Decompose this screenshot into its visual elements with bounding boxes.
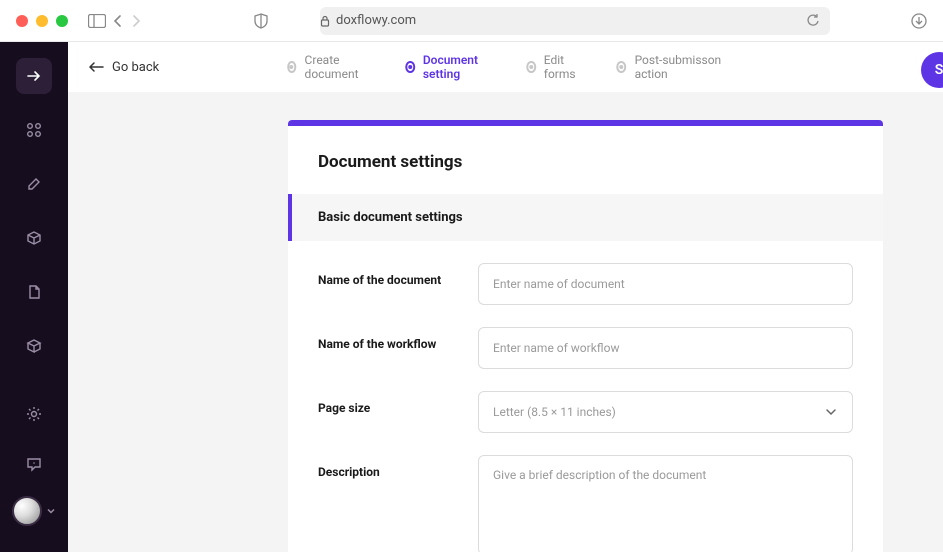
chevron-down-icon [824, 405, 838, 419]
download-icon[interactable] [911, 13, 927, 29]
go-back-button[interactable]: Go back [88, 60, 159, 75]
document-name-input[interactable] [478, 263, 853, 305]
content-area: Go back Create document Document setting… [68, 42, 943, 552]
close-window-button[interactable] [16, 15, 28, 27]
description-label: Description [318, 455, 478, 552]
description-row: Description [318, 455, 853, 552]
section-header: Basic document settings [288, 194, 883, 241]
maximize-window-button[interactable] [56, 15, 68, 27]
sidebar-feedback-button[interactable] [16, 446, 52, 482]
file-icon [26, 284, 42, 300]
box-icon [26, 230, 42, 246]
sidebar-expand-button[interactable] [16, 58, 52, 94]
lock-icon [320, 15, 330, 27]
browser-chrome: doxflowy.com [0, 0, 943, 42]
page-size-value: Letter (8.5 × 11 inches) [493, 405, 616, 419]
workflow-name-label: Name of the workflow [318, 327, 478, 369]
step-label: Edit forms [544, 53, 583, 81]
left-sidebar [0, 42, 68, 552]
sidebar-package-button[interactable] [16, 220, 52, 256]
url-text: doxflowy.com [336, 13, 416, 28]
window-controls [16, 15, 68, 27]
chevron-down-icon [46, 506, 56, 516]
arrow-right-icon [26, 68, 42, 84]
step-label: Create document [305, 53, 372, 81]
top-bar: Go back Create document Document setting… [68, 42, 943, 92]
nav-forward-icon[interactable] [130, 14, 142, 28]
document-name-row: Name of the document [318, 263, 853, 305]
user-menu[interactable] [12, 496, 56, 526]
sidebar-dashboard-button[interactable] [16, 112, 52, 148]
settings-panel: Document settings Basic document setting… [288, 120, 883, 552]
action-initial: S [935, 62, 943, 78]
page-size-label: Page size [318, 391, 478, 433]
step-dot-icon [526, 61, 536, 73]
page-size-select[interactable]: Letter (8.5 × 11 inches) [478, 391, 853, 433]
chat-icon [26, 456, 42, 472]
cube-icon [26, 338, 42, 354]
sidebar-document-button[interactable] [16, 274, 52, 310]
step-document-setting[interactable]: Document setting [405, 53, 492, 81]
step-create-document[interactable]: Create document [287, 53, 371, 81]
arrow-left-icon [88, 61, 104, 73]
step-label: Post-submisson action [635, 53, 725, 81]
grid-icon [26, 122, 42, 138]
url-bar[interactable]: doxflowy.com [320, 7, 830, 35]
step-dot-icon [617, 61, 627, 73]
step-edit-forms[interactable]: Edit forms [526, 53, 583, 81]
sidebar-edit-button[interactable] [16, 166, 52, 202]
stepper: Create document Document setting Edit fo… [287, 53, 725, 81]
form-body: Name of the document Name of the workflo… [288, 241, 883, 552]
shield-icon[interactable] [254, 13, 268, 29]
document-name-label: Name of the document [318, 263, 478, 305]
panel-title: Document settings [288, 126, 883, 194]
pencil-icon [26, 176, 42, 192]
go-back-label: Go back [112, 60, 159, 75]
workflow-name-input[interactable] [478, 327, 853, 369]
sidebar-settings-button[interactable] [16, 396, 52, 432]
sidebar-cube-button[interactable] [16, 328, 52, 364]
avatar [12, 496, 42, 526]
minimize-window-button[interactable] [36, 15, 48, 27]
page-size-row: Page size Letter (8.5 × 11 inches) [318, 391, 853, 433]
step-label: Document setting [423, 53, 492, 81]
description-textarea[interactable] [478, 455, 853, 552]
action-button[interactable]: S [921, 52, 943, 88]
step-dot-icon [405, 61, 415, 73]
refresh-icon[interactable] [806, 14, 820, 28]
sidebar-toggle-icon[interactable] [88, 14, 106, 28]
workflow-name-row: Name of the workflow [318, 327, 853, 369]
gear-icon [26, 406, 42, 422]
nav-back-icon[interactable] [112, 14, 124, 28]
step-post-submission[interactable]: Post-submisson action [617, 53, 725, 81]
step-dot-icon [287, 61, 297, 73]
